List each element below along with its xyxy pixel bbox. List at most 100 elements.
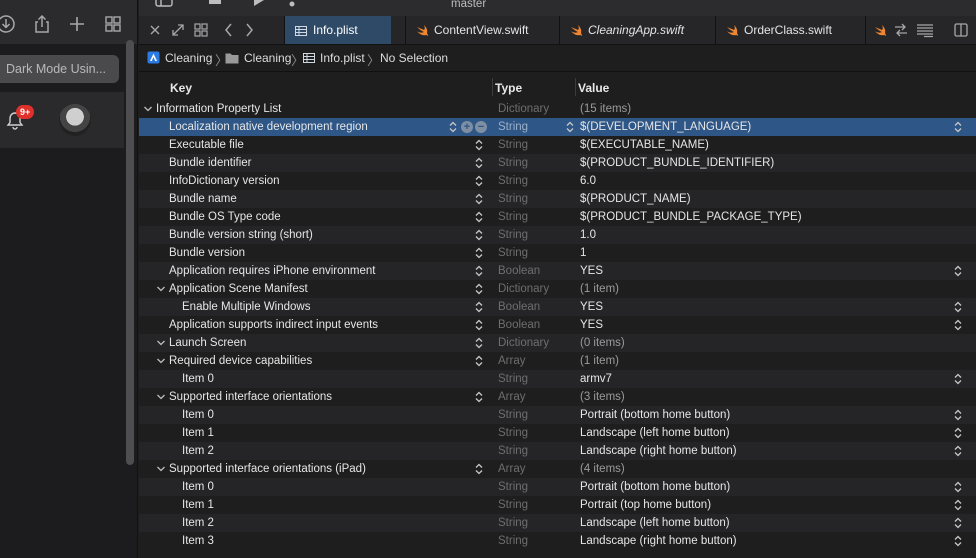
key-popup-chevron-icon[interactable]	[474, 337, 484, 349]
breadcrumb-project[interactable]: Cleaning	[147, 51, 212, 65]
value-popup-chevron-icon[interactable]	[953, 535, 963, 547]
row-type[interactable]: String	[498, 406, 528, 424]
disclosure-chevron-icon[interactable]	[156, 392, 166, 402]
row-value[interactable]: 6.0	[580, 172, 596, 190]
value-popup-chevron-icon[interactable]	[953, 481, 963, 493]
disclosure-chevron-icon[interactable]	[156, 284, 166, 294]
row-type[interactable]: Boolean	[498, 316, 540, 334]
row-value[interactable]: Landscape (left home button)	[580, 514, 730, 532]
close-icon[interactable]	[149, 22, 161, 38]
row-type[interactable]: Array	[498, 460, 525, 478]
row-key[interactable]: Executable file	[169, 136, 244, 154]
row-value[interactable]: (1 item)	[580, 352, 619, 370]
row-key[interactable]: Information Property List	[156, 100, 281, 118]
row-type[interactable]: String	[498, 442, 528, 460]
row-value[interactable]: $(PRODUCT_BUNDLE_PACKAGE_TYPE)	[580, 208, 802, 226]
row-value[interactable]: $(PRODUCT_BUNDLE_IDENTIFIER)	[580, 154, 774, 172]
row-key[interactable]: Application supports indirect input even…	[169, 316, 378, 334]
row-key[interactable]: InfoDictionary version	[169, 172, 280, 190]
plist-row[interactable]: Item 2 String Landscape (right home button…	[139, 442, 976, 460]
scheme-icon[interactable]	[289, 0, 295, 8]
plist-row[interactable]: Launch Screen Dictionary (0 items)	[139, 334, 976, 352]
row-key[interactable]: Launch Screen	[169, 334, 246, 352]
row-value[interactable]: YES	[580, 262, 603, 280]
row-type[interactable]: String	[498, 136, 528, 154]
row-type[interactable]: Array	[498, 388, 525, 406]
disclosure-chevron-icon[interactable]	[156, 356, 166, 366]
row-type[interactable]: String	[498, 514, 528, 532]
row-type[interactable]: String	[498, 172, 528, 190]
plist-row[interactable]: Item 3 String Landscape (right home button…	[139, 532, 976, 550]
value-popup-chevron-icon[interactable]	[953, 301, 963, 313]
run-icon[interactable]	[253, 0, 265, 6]
add-row-button[interactable]: +	[461, 121, 473, 133]
row-value[interactable]: Portrait (top home button)	[580, 496, 711, 514]
column-separator[interactable]	[575, 78, 576, 96]
disclosure-chevron-icon[interactable]	[156, 338, 166, 348]
row-value[interactable]: (15 items)	[580, 100, 631, 118]
plist-row[interactable]: Bundle OS Type code String $(PRODUCT_BUNDL…	[139, 208, 976, 226]
row-type[interactable]: String	[498, 208, 528, 226]
row-value[interactable]: (1 item)	[580, 280, 619, 298]
row-key[interactable]: Item 1	[182, 496, 214, 514]
key-popup-chevron-icon[interactable]	[474, 229, 484, 241]
row-value[interactable]: (3 items)	[580, 388, 625, 406]
row-key[interactable]: Item 2	[182, 442, 214, 460]
key-popup-chevron-icon[interactable]	[474, 211, 484, 223]
plist-row[interactable]: Item 0 String Portrait (bottom home button…	[139, 406, 976, 424]
back-icon[interactable]	[224, 22, 234, 38]
pane-divider[interactable]	[137, 0, 138, 558]
row-value[interactable]: Portrait (bottom home button)	[580, 406, 730, 424]
plist-row[interactable]: Information Property List Dictionary (15 i…	[139, 100, 976, 118]
key-popup-chevron-icon[interactable]	[474, 283, 484, 295]
tab-search-item[interactable]: Dark Mode Usin...	[0, 55, 119, 83]
row-value[interactable]: Landscape (right home button)	[580, 442, 737, 460]
disclosure-chevron-icon[interactable]	[156, 464, 166, 474]
expand-icon[interactable]	[171, 22, 185, 38]
sidebar-scrollbar[interactable]	[126, 40, 134, 465]
key-popup-chevron-icon[interactable]	[474, 463, 484, 475]
plist-row[interactable]: Application Scene Manifest Dictionary (1 i…	[139, 280, 976, 298]
download-icon[interactable]	[0, 14, 16, 34]
swap-icon[interactable]	[894, 22, 908, 38]
plist-row[interactable]: Item 1 String Portrait (top home button)	[139, 496, 976, 514]
key-popup-chevron-icon[interactable]	[474, 157, 484, 169]
row-value[interactable]: armv7	[580, 370, 612, 388]
key-popup-chevron-icon[interactable]	[474, 391, 484, 403]
row-type[interactable]: String	[498, 244, 528, 262]
row-key[interactable]: Item 0	[182, 478, 214, 496]
plist-row[interactable]: Item 0 String armv7	[139, 370, 976, 388]
value-popup-chevron-icon[interactable]	[953, 427, 963, 439]
row-value[interactable]: Landscape (left home button)	[580, 424, 730, 442]
row-value[interactable]: $(EXECUTABLE_NAME)	[580, 136, 709, 154]
row-type[interactable]: Boolean	[498, 262, 540, 280]
row-key[interactable]: Item 1	[182, 424, 214, 442]
row-value[interactable]: (0 items)	[580, 334, 625, 352]
row-value[interactable]: 1	[580, 244, 586, 262]
row-value[interactable]: YES	[580, 316, 603, 334]
row-type[interactable]: Dictionary	[498, 280, 549, 298]
tab-overview-icon[interactable]	[103, 14, 123, 34]
row-key[interactable]: Bundle OS Type code	[169, 208, 281, 226]
value-popup-chevron-icon[interactable]	[953, 499, 963, 511]
row-key[interactable]: Supported interface orientations	[169, 388, 332, 406]
sidebar-toggle-icon[interactable]	[155, 0, 173, 8]
row-value[interactable]: 1.0	[580, 226, 596, 244]
column-key[interactable]: Key	[170, 81, 192, 95]
key-popup-chevron-icon[interactable]	[474, 139, 484, 151]
forward-icon[interactable]	[244, 22, 254, 38]
row-key[interactable]: Application requires iPhone environment	[169, 262, 375, 280]
row-value[interactable]: Portrait (bottom home button)	[580, 478, 730, 496]
row-value[interactable]: $(DEVELOPMENT_LANGUAGE)	[580, 118, 751, 136]
key-popup-chevron-icon[interactable]	[448, 121, 458, 133]
row-type[interactable]: String	[498, 118, 528, 136]
row-type[interactable]: String	[498, 190, 528, 208]
row-key[interactable]: Supported interface orientations (iPad)	[169, 460, 366, 478]
row-key[interactable]: Item 2	[182, 514, 214, 532]
plist-row[interactable]: Application requires iPhone environment B…	[139, 262, 976, 280]
grid-icon[interactable]	[194, 22, 208, 38]
column-value[interactable]: Value	[578, 81, 609, 95]
plist-row[interactable]: Supported interface orientations (iPad) A…	[139, 460, 976, 478]
plist-row[interactable]: Item 1 String Landscape (left home button)	[139, 424, 976, 442]
value-popup-chevron-icon[interactable]	[953, 373, 963, 385]
